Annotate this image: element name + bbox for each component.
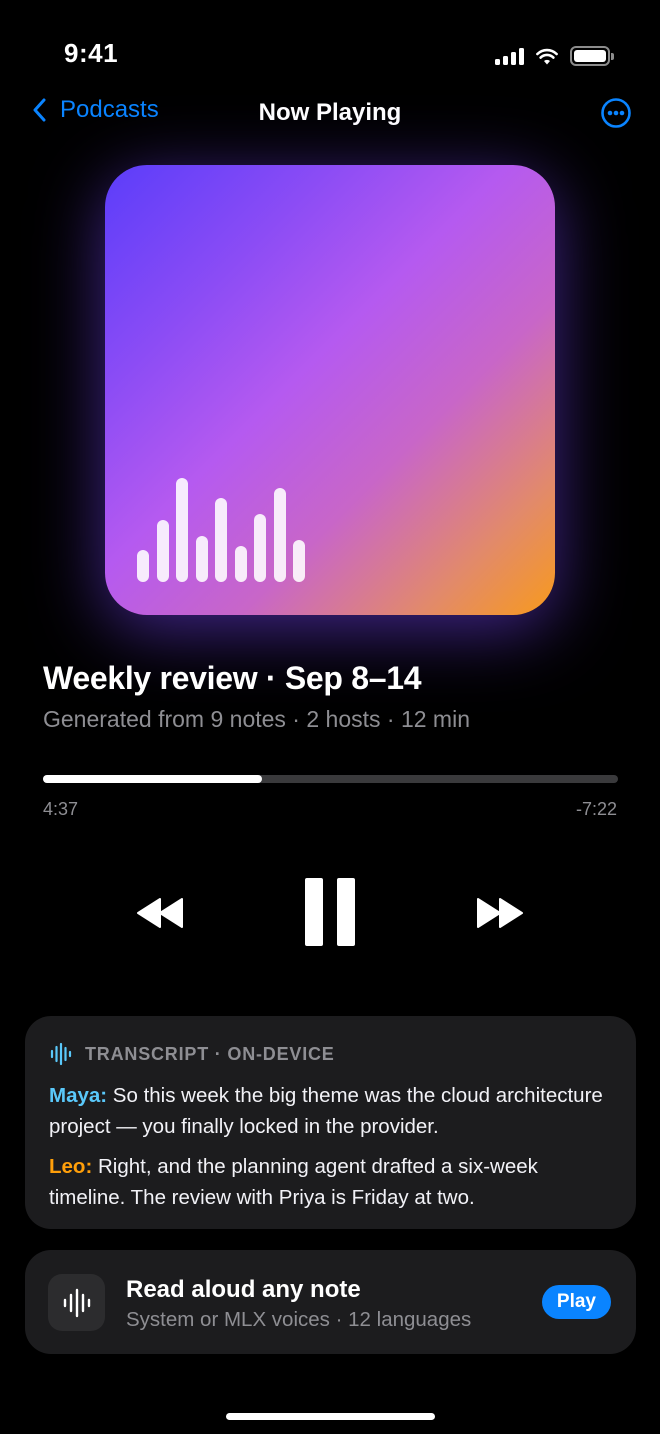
read-aloud-subtitle: System or MLX voices · 12 languages — [126, 1308, 472, 1331]
remaining-time: -7:22 — [575, 799, 617, 819]
episode-artwork — [105, 165, 555, 615]
page-title: Now Playing — [258, 99, 402, 126]
elapsed-time: 4:37 — [43, 799, 79, 819]
playback-progress-fill — [43, 775, 262, 783]
transcript-header: TRANSCRIPT · ON-DEVICE — [49, 1042, 612, 1066]
transcript-card[interactable]: TRANSCRIPT · ON-DEVICE Maya: So this wee… — [25, 1016, 636, 1229]
transcript-line: Maya: So this week the big theme was the… — [49, 1080, 612, 1142]
playback-scrubber[interactable] — [43, 775, 618, 783]
forward-fill-icon — [477, 898, 523, 928]
episode-subtitle: Generated from 9 notes · 2 hosts · 12 mi… — [43, 706, 470, 732]
more-options-button[interactable] — [600, 97, 632, 129]
waveform-icon — [137, 476, 305, 582]
episode-title: Weekly review · Sep 8–14 — [43, 660, 422, 696]
wifi-icon — [536, 48, 558, 64]
transcript-text: So this week the big theme was the cloud… — [49, 1084, 603, 1138]
status-time: 9:41 — [64, 38, 119, 68]
read-aloud-card[interactable]: Read aloud any note System or MLX voices… — [25, 1250, 636, 1354]
transcript-text: Right, and the planning agent drafted a … — [49, 1155, 538, 1209]
play-button[interactable]: Play — [541, 1285, 611, 1319]
waveform-icon — [63, 1288, 90, 1317]
pause-fill-icon — [305, 878, 355, 946]
fast-forward-button[interactable] — [470, 885, 530, 941]
read-aloud-title: Read aloud any note — [126, 1276, 361, 1303]
pause-button[interactable] — [300, 874, 360, 950]
transcript-header-label: TRANSCRIPT · ON-DEVICE — [85, 1043, 335, 1064]
battery-icon — [570, 46, 614, 66]
ellipsis-circle-icon — [601, 98, 631, 128]
backward-fill-icon — [137, 898, 183, 928]
rewind-button[interactable] — [130, 885, 190, 941]
cellular-signal-icon — [495, 47, 524, 65]
now-playing-screen: 9:41 Podcasts Now Playing Weekly review … — [0, 0, 660, 1434]
waveform-icon — [50, 1042, 72, 1066]
status-icons — [495, 46, 614, 66]
speaker-name: Maya: — [49, 1084, 108, 1107]
read-aloud-icon-tile — [48, 1274, 105, 1331]
speaker-name: Leo: — [49, 1155, 93, 1178]
transcript-line: Leo: Right, and the planning agent draft… — [49, 1151, 612, 1213]
home-indicator[interactable] — [226, 1413, 435, 1420]
